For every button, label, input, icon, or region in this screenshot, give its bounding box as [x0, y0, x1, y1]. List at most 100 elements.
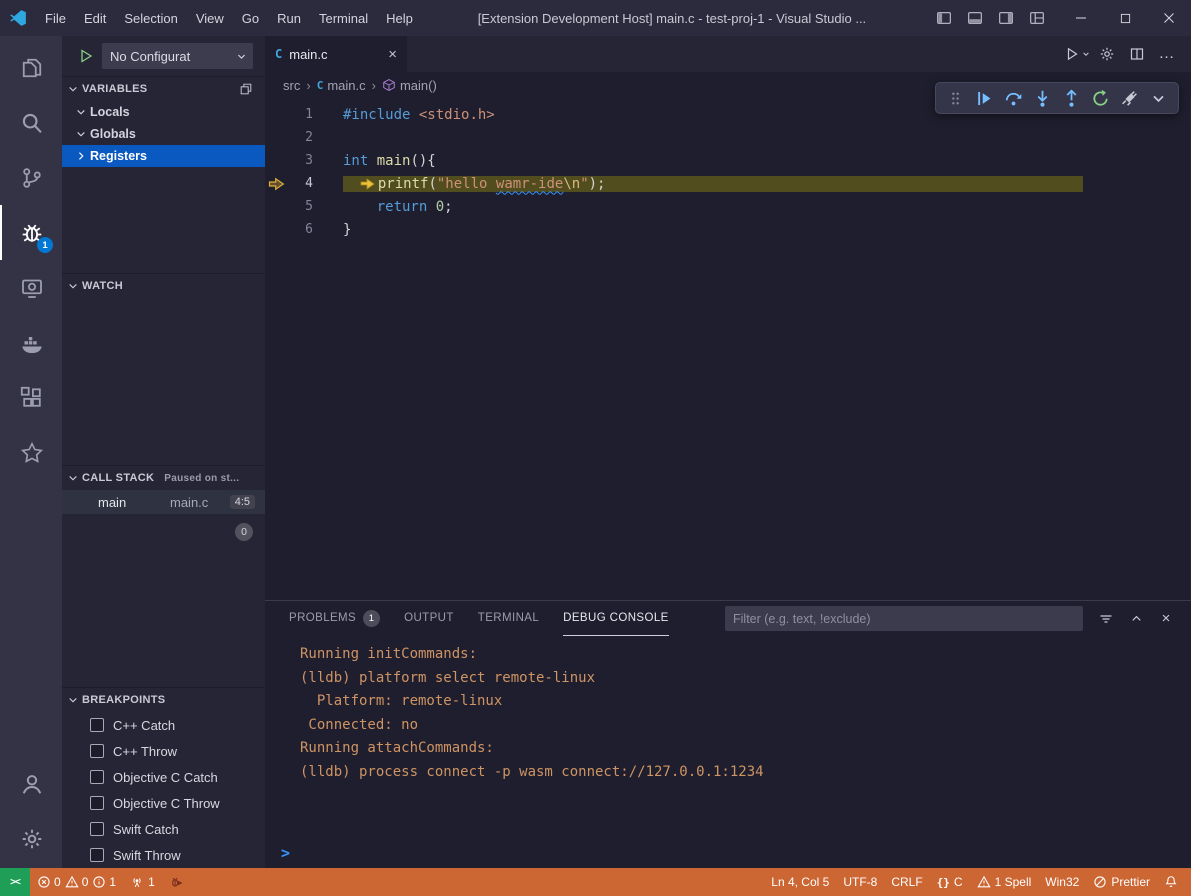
- line-number[interactable]: 5: [287, 199, 313, 214]
- step-over-icon[interactable]: [1004, 89, 1023, 108]
- filter-icon[interactable]: [1093, 606, 1119, 632]
- menu-file[interactable]: File: [36, 0, 75, 36]
- menu-go[interactable]: Go: [233, 0, 268, 36]
- token: ": [580, 176, 588, 192]
- status-eol[interactable]: CRLF: [884, 868, 929, 896]
- debug-settings-icon[interactable]: [1093, 40, 1121, 68]
- status-cursor-position[interactable]: Ln 4, Col 5: [764, 868, 836, 896]
- tab-label: main.c: [289, 47, 327, 62]
- close-button[interactable]: [1147, 0, 1191, 36]
- run-or-debug-icon[interactable]: [1063, 40, 1091, 68]
- variables-section-header[interactable]: VARIABLES: [62, 77, 265, 101]
- problem-count: 0: [54, 875, 61, 889]
- status-spell-checker[interactable]: 1 Spell: [970, 868, 1039, 896]
- toggle-sidebar-icon[interactable]: [930, 5, 958, 31]
- line-number[interactable]: 3: [287, 153, 313, 168]
- menu-selection[interactable]: Selection: [115, 0, 186, 36]
- debug-console-output[interactable]: Running initCommands:(lldb) platform sel…: [265, 636, 1191, 838]
- console-filter-input[interactable]: [725, 606, 1083, 631]
- call-stack-frame[interactable]: main main.c 4:5: [62, 490, 265, 514]
- checkbox-unchecked[interactable]: [90, 796, 104, 810]
- token: wamr-ide: [496, 176, 563, 192]
- variables-item-globals[interactable]: Globals: [62, 123, 265, 145]
- customize-layout-icon[interactable]: [1023, 5, 1051, 31]
- checkbox-unchecked[interactable]: [90, 848, 104, 862]
- debug-status[interactable]: [162, 868, 190, 896]
- status-encoding[interactable]: UTF-8: [836, 868, 884, 896]
- activity-item-star[interactable]: [0, 425, 62, 480]
- workbench: 1 No Configurat VARIABLES: [0, 36, 1191, 868]
- status-notifications[interactable]: [1157, 868, 1185, 896]
- menu-edit[interactable]: Edit: [75, 0, 115, 36]
- watch-section-header[interactable]: WATCH: [62, 274, 265, 298]
- toggle-secondary-sidebar-icon[interactable]: [992, 5, 1020, 31]
- breakpoints-section-header[interactable]: BREAKPOINTS: [62, 688, 265, 712]
- breadcrumb-item-src[interactable]: src: [283, 78, 300, 93]
- frame-file: main.c: [170, 495, 208, 510]
- panel-tab-problems[interactable]: PROBLEMS1: [289, 601, 380, 636]
- breakpoint-item-objective-c-catch: Objective C Catch: [62, 764, 265, 790]
- code-editor[interactable]: 1#include <stdio.h>23int main(){4 printf…: [265, 98, 1191, 600]
- more-actions-icon[interactable]: …: [1153, 40, 1181, 68]
- checkbox-unchecked[interactable]: [90, 770, 104, 784]
- debug-console-input[interactable]: >: [265, 838, 1191, 868]
- activity-item-extensions[interactable]: [0, 370, 62, 425]
- close-panel-icon[interactable]: ×: [1153, 606, 1179, 632]
- warning-icon: [65, 875, 79, 889]
- ports-status[interactable]: 1: [123, 868, 162, 896]
- activity-item-remote-explorer[interactable]: [0, 260, 62, 315]
- line-number[interactable]: 2: [287, 130, 313, 145]
- minimize-button[interactable]: [1059, 0, 1103, 36]
- line-number[interactable]: 1: [287, 107, 313, 122]
- activity-item-docker[interactable]: [0, 315, 62, 370]
- activity-item-accounts[interactable]: [0, 756, 62, 811]
- debug-config-select[interactable]: No Configurat: [102, 43, 253, 69]
- activity-item-search[interactable]: [0, 95, 62, 150]
- panel-tab-debug-console[interactable]: DEBUG CONSOLE: [563, 601, 669, 636]
- current-line-arrow-icon[interactable]: [265, 177, 287, 191]
- status-formatter[interactable]: Prettier: [1086, 868, 1157, 896]
- checkbox-unchecked[interactable]: [90, 822, 104, 836]
- checkbox-unchecked[interactable]: [90, 744, 104, 758]
- menu-run[interactable]: Run: [268, 0, 310, 36]
- activity-item-explorer[interactable]: [0, 40, 62, 95]
- breadcrumb-label: src: [283, 78, 300, 93]
- copy-icon[interactable]: [239, 82, 253, 96]
- token: [410, 107, 418, 123]
- checkbox-unchecked[interactable]: [90, 718, 104, 732]
- restart-icon[interactable]: [1091, 89, 1110, 108]
- activity-item-source-control[interactable]: [0, 150, 62, 205]
- call-stack-section-header[interactable]: CALL STACK Paused on st...: [62, 466, 265, 490]
- activity-item-settings[interactable]: [0, 811, 62, 866]
- split-editor-icon[interactable]: [1123, 40, 1151, 68]
- panel-tab-terminal[interactable]: TERMINAL: [478, 601, 539, 636]
- panel-tab-output[interactable]: OUTPUT: [404, 601, 454, 636]
- breadcrumb-item-main-c[interactable]: Cmain.c: [317, 78, 366, 93]
- run-and-debug-sidebar: No Configurat VARIABLES LocalsGlobalsReg…: [62, 36, 265, 868]
- problems-status[interactable]: 001: [30, 868, 123, 896]
- maximize-button[interactable]: [1103, 0, 1147, 36]
- disconnect-icon[interactable]: [1120, 89, 1139, 108]
- start-debugging-icon[interactable]: [78, 48, 94, 64]
- continue-icon[interactable]: [975, 89, 994, 108]
- menu-view[interactable]: View: [187, 0, 233, 36]
- tab-main-c[interactable]: C main.c ×: [265, 36, 407, 72]
- status-platform[interactable]: Win32: [1038, 868, 1086, 896]
- variables-item-registers[interactable]: Registers: [62, 145, 265, 167]
- token: (){: [410, 153, 435, 169]
- remote-indicator[interactable]: ><: [0, 868, 30, 896]
- chevron-up-icon[interactable]: [1123, 606, 1149, 632]
- menu-help[interactable]: Help: [377, 0, 422, 36]
- step-into-icon[interactable]: [1033, 89, 1052, 108]
- chevron-down-small-icon[interactable]: [1149, 89, 1168, 108]
- variables-item-locals[interactable]: Locals: [62, 101, 265, 123]
- line-number[interactable]: 6: [287, 222, 313, 237]
- breadcrumb-item-main[interactable]: main(): [382, 78, 437, 93]
- menu-terminal[interactable]: Terminal: [310, 0, 377, 36]
- step-out-icon[interactable]: [1062, 89, 1081, 108]
- toggle-panel-icon[interactable]: [961, 5, 989, 31]
- activity-item-run-and-debug[interactable]: 1: [0, 205, 62, 260]
- close-icon[interactable]: ×: [388, 46, 397, 63]
- line-number[interactable]: 4: [287, 176, 313, 191]
- status-language-mode[interactable]: {}C: [930, 868, 970, 896]
